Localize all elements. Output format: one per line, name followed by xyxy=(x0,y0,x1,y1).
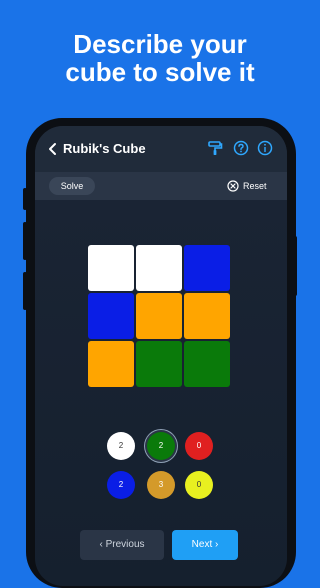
cube-cell[interactable] xyxy=(184,245,230,291)
reset-label: Reset xyxy=(243,181,267,191)
color-swatch[interactable]: 2 xyxy=(107,432,135,460)
top-bar: Rubik's Cube xyxy=(35,126,287,172)
cube-face-grid xyxy=(88,245,232,389)
cube-cell[interactable] xyxy=(88,293,134,339)
solve-button[interactable]: Solve xyxy=(49,177,95,195)
paint-roller-icon[interactable] xyxy=(207,140,223,156)
cube-cell[interactable] xyxy=(184,293,230,339)
cube-cell[interactable] xyxy=(184,341,230,387)
color-swatch[interactable]: 0 xyxy=(185,471,213,499)
next-button[interactable]: Next › xyxy=(172,530,238,560)
color-swatch[interactable]: 0 xyxy=(185,432,213,460)
color-swatch[interactable]: 2 xyxy=(107,471,135,499)
cube-cell[interactable] xyxy=(88,245,134,291)
phone-side-button xyxy=(23,222,27,260)
info-icon[interactable] xyxy=(257,140,273,156)
phone-side-button xyxy=(23,188,27,210)
cube-cell[interactable] xyxy=(136,293,182,339)
cube-cell[interactable] xyxy=(136,341,182,387)
headline-line-2: cube to solve it xyxy=(65,57,255,87)
reset-icon xyxy=(227,180,239,192)
app-screen: Rubik's Cube Solve Reset 220230 ‹ Previo… xyxy=(35,126,287,586)
headline-line-1: Describe your xyxy=(73,29,247,59)
color-swatch[interactable]: 3 xyxy=(147,471,175,499)
reset-button[interactable]: Reset xyxy=(227,177,267,195)
back-icon[interactable] xyxy=(47,141,59,157)
cube-cell[interactable] xyxy=(88,341,134,387)
help-icon[interactable] xyxy=(233,140,249,156)
previous-button[interactable]: ‹ Previous xyxy=(80,530,164,560)
page-title: Rubik's Cube xyxy=(63,141,146,156)
phone-side-button xyxy=(293,236,297,296)
color-swatch[interactable]: 2 xyxy=(147,432,175,460)
cube-cell[interactable] xyxy=(136,245,182,291)
headline: Describe your cube to solve it xyxy=(0,30,320,86)
phone-side-button xyxy=(23,272,27,310)
